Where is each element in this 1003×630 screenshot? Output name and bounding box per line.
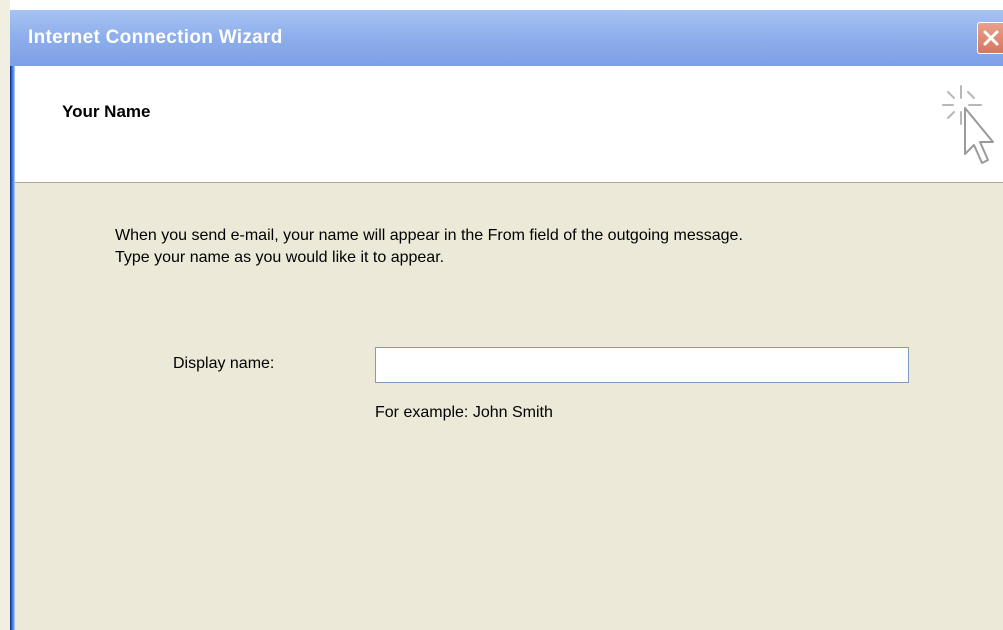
description-text: When you send e-mail, your name will app… <box>115 225 975 269</box>
display-name-example: For example: John Smith <box>375 404 553 421</box>
desktop-background <box>0 0 10 630</box>
description-line-2: Type your name as you would like it to a… <box>115 249 445 266</box>
title-bar[interactable]: Internet Connection Wizard <box>10 10 1003 66</box>
wizard-window: Internet Connection Wizard Your Name Whe… <box>10 10 1003 630</box>
close-button[interactable] <box>977 22 1003 54</box>
description-line-1: When you send e-mail, your name will app… <box>115 227 743 244</box>
display-name-input[interactable] <box>375 347 909 383</box>
window-title: Internet Connection Wizard <box>28 27 283 48</box>
wizard-cursor-sparkle-icon <box>942 85 994 164</box>
wizard-header: Your Name <box>15 66 1003 183</box>
close-icon <box>983 30 999 46</box>
page-title: Your Name <box>62 102 151 121</box>
display-name-label: Display name: <box>173 355 275 372</box>
